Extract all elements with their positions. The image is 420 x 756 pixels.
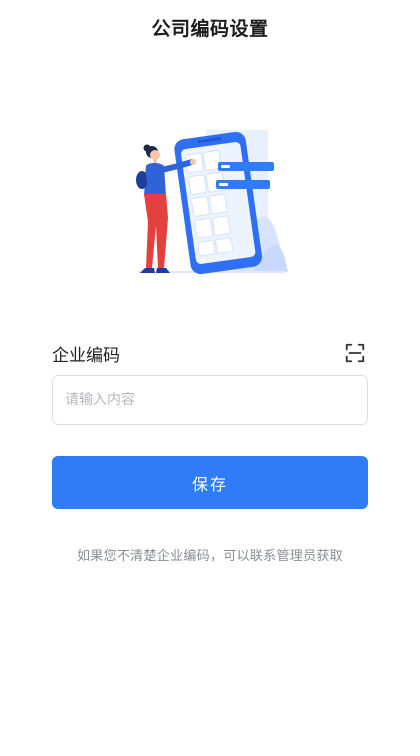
company-code-form: 企业编码 bbox=[52, 338, 368, 425]
header: 公司编码设置 bbox=[0, 0, 420, 52]
scan-icon[interactable] bbox=[344, 342, 366, 364]
help-hint: 如果您不清楚企业编码，可以联系管理员获取 bbox=[76, 549, 343, 564]
company-code-input-box bbox=[52, 375, 368, 425]
company-code-label: 企业编码 bbox=[52, 345, 120, 366]
company-code-input[interactable] bbox=[65, 392, 355, 408]
form-label-row: 企业编码 bbox=[52, 338, 368, 368]
save-button[interactable]: 保存 bbox=[52, 456, 368, 509]
page-title: 公司编码设置 bbox=[151, 17, 269, 40]
phone-illustration bbox=[136, 130, 288, 275]
